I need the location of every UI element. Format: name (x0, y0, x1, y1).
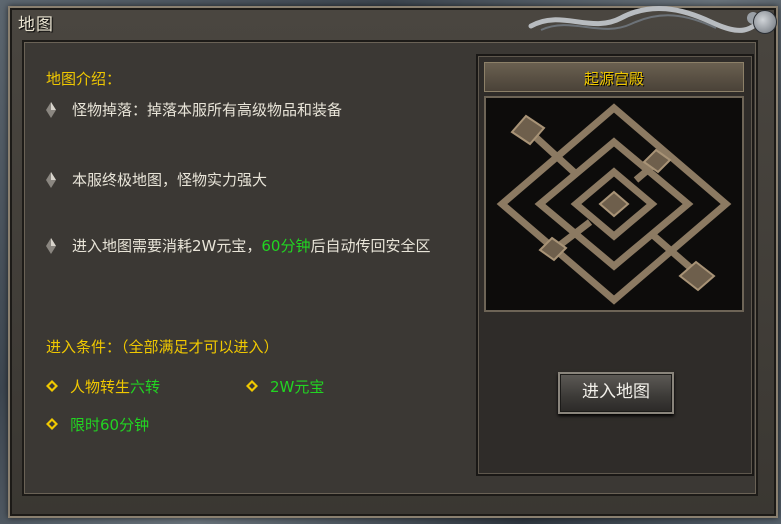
map-layout-image (496, 103, 732, 305)
map-preview (484, 96, 744, 312)
map-panel: 起源宫殿 进入地图 (476, 54, 754, 476)
close-icon[interactable] (753, 10, 777, 34)
window-title: 地图 (18, 15, 54, 35)
enter-map-button[interactable]: 进入地图 (558, 372, 674, 414)
intro-heading: 地图介绍： (46, 70, 122, 88)
condition-diamond-icon (246, 380, 258, 392)
condition-diamond-icon (46, 418, 58, 430)
left-panel: 地图介绍： 怪物掉落：掉落本服所有高级物品和装备 本服终极地图，怪物实力强大 进… (28, 48, 466, 478)
conditions-heading: 进入条件：（全部满足才可以进入） (46, 338, 279, 356)
map-name: 起源宫殿 (583, 70, 644, 88)
intro-item-text: 怪物掉落：掉落本服所有高级物品和装备 (72, 101, 343, 119)
intro-item-text: 本服终极地图，怪物实力强大 (72, 171, 268, 189)
condition-diamond-icon (46, 380, 58, 392)
dragon-ornament-icon (528, 5, 769, 33)
time-limit-highlight: 60分钟 (261, 237, 311, 255)
bullet-diamond-icon (46, 238, 56, 254)
bullet-diamond-icon (46, 172, 56, 188)
intro-item-text: 进入地图需要消耗2W元宝，60分钟后自动传回安全区 (72, 237, 431, 255)
map-title-bar: 起源宫殿 (484, 62, 744, 92)
bullet-diamond-icon (46, 102, 56, 118)
